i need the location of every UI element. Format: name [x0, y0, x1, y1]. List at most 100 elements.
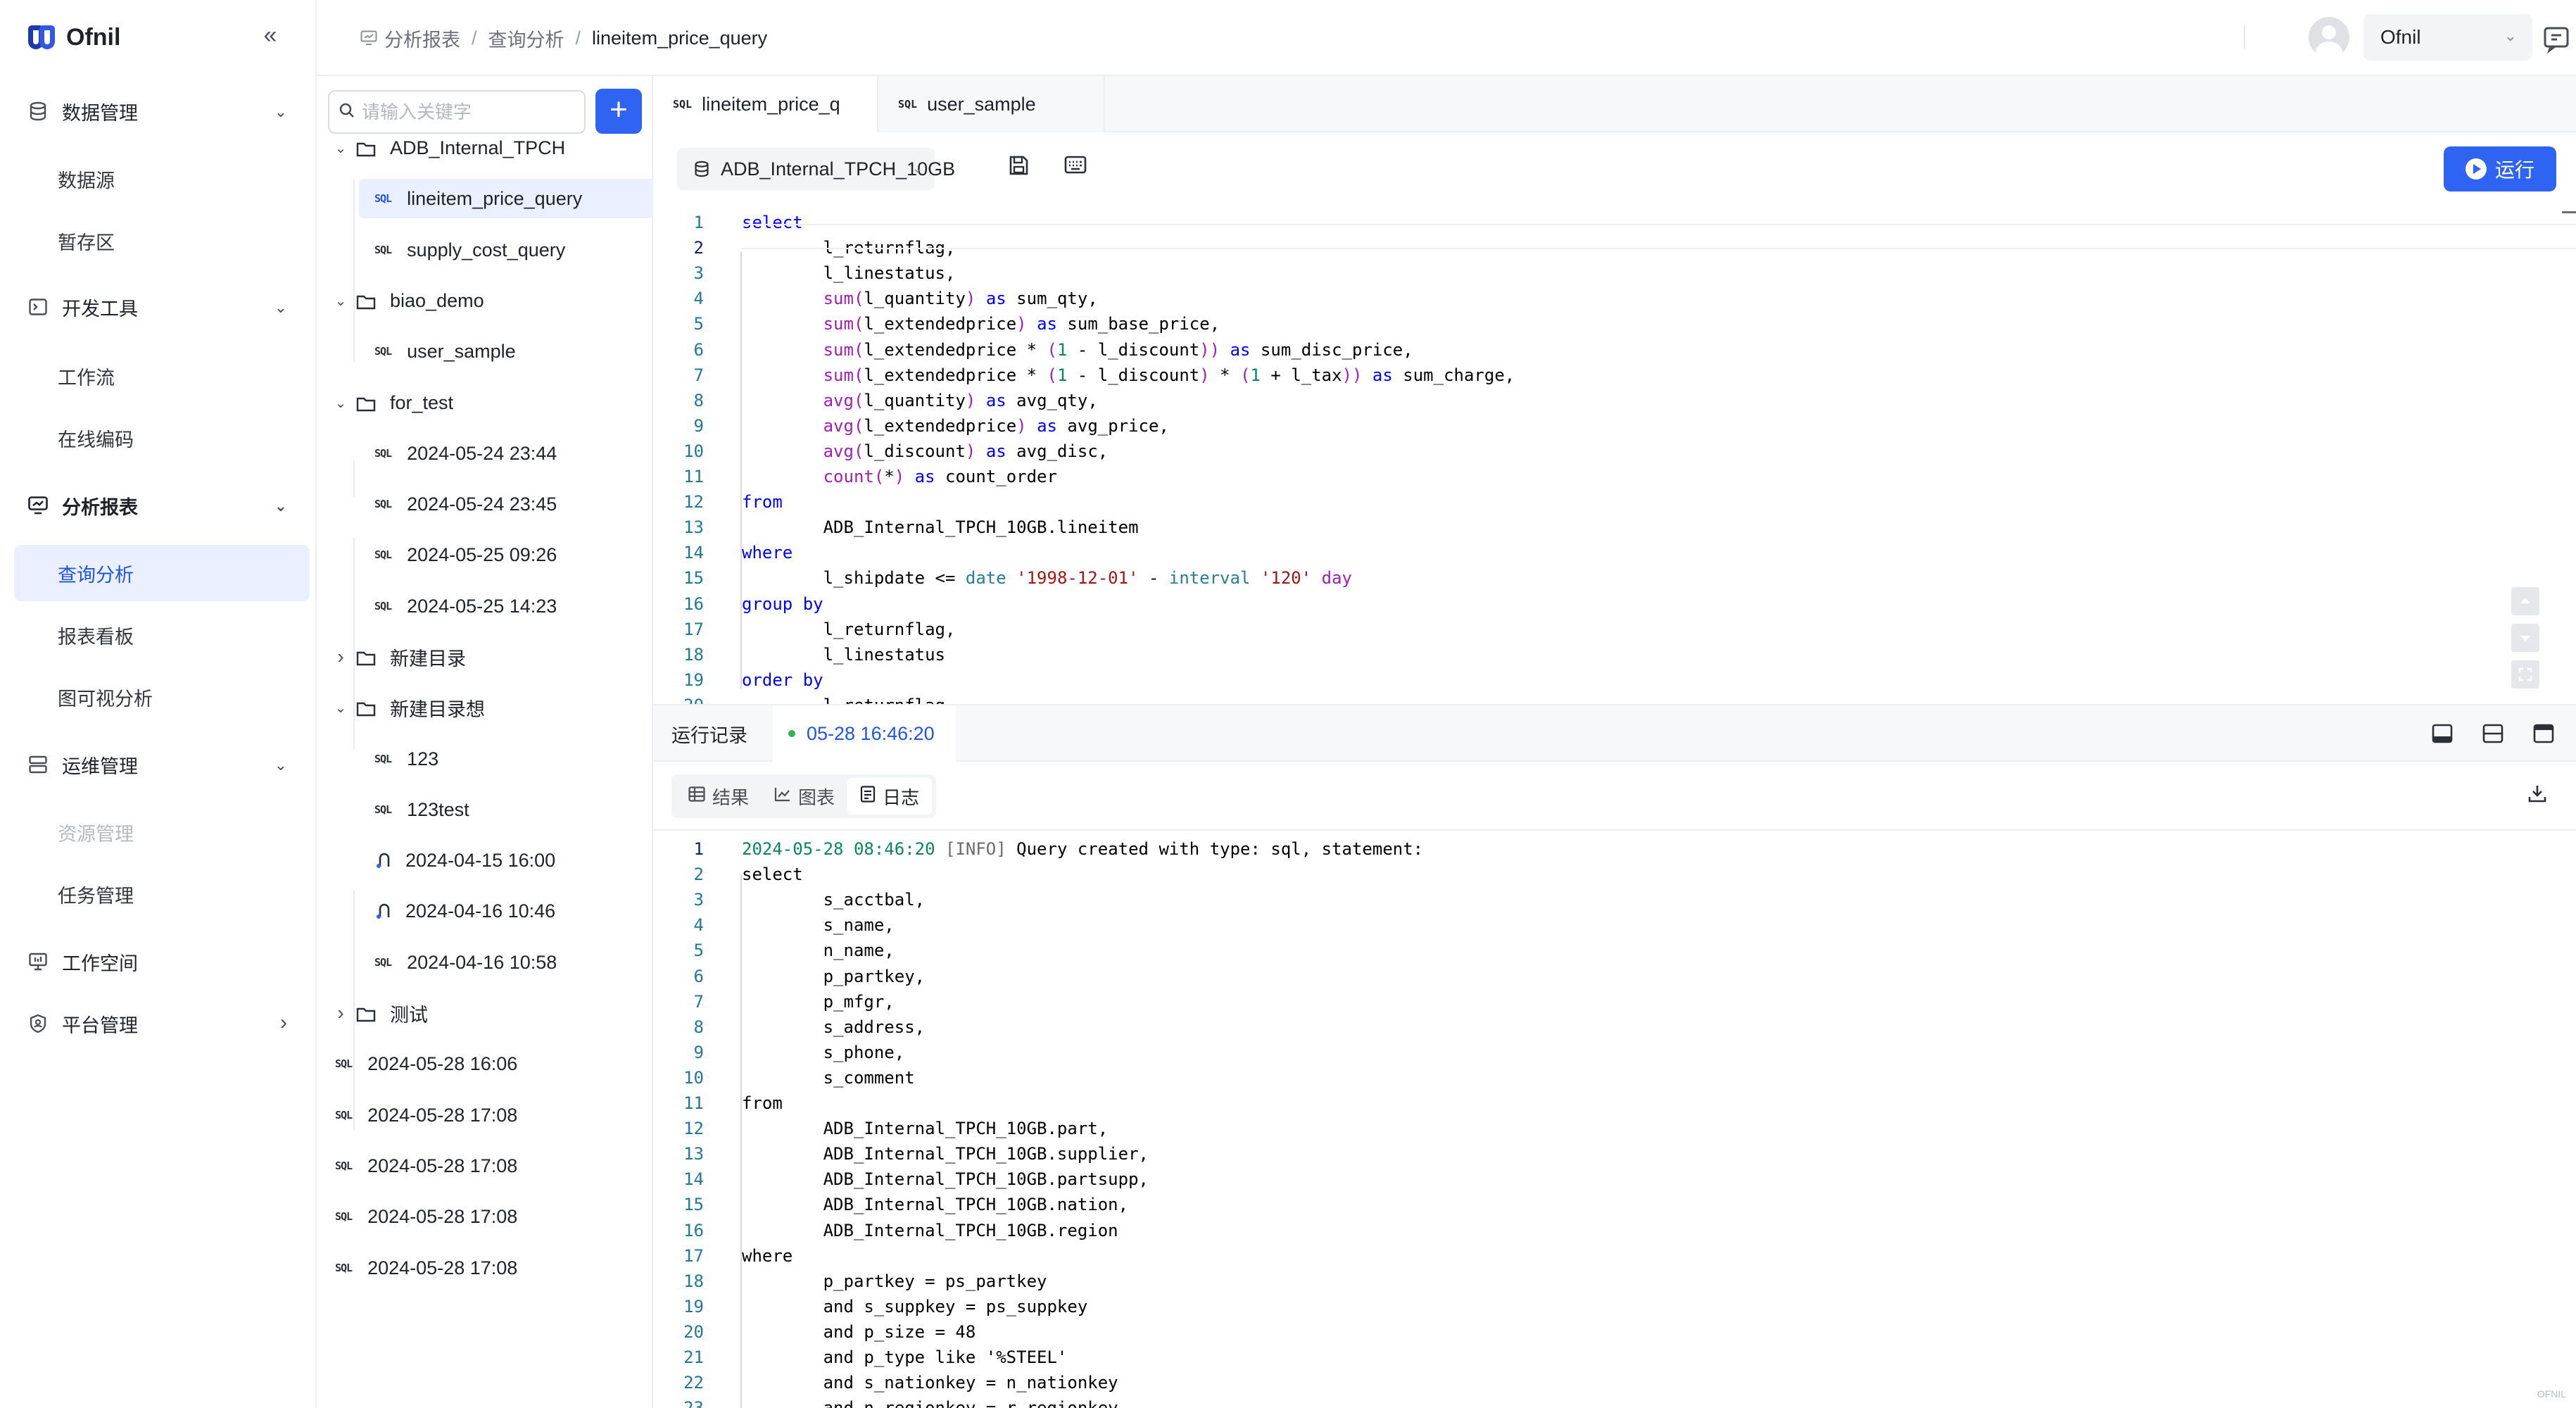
code-line: sum(l_extendedprice) as sum_base_price,	[823, 314, 1220, 334]
tab-log[interactable]: 日志	[847, 778, 933, 815]
layout-top-icon[interactable]	[2532, 722, 2555, 745]
log-line: ADB_Internal_TPCH_10GB.partsupp,	[742, 1169, 1149, 1190]
tree-item-label: 2024-05-28 16:06	[367, 1052, 518, 1074]
search-input[interactable]	[362, 101, 573, 123]
tree-item[interactable]: SQL user_sample	[359, 332, 626, 371]
breadcrumb-item[interactable]: 分析报表	[384, 25, 460, 52]
tree-item[interactable]: SQL 2024-05-28 16:06	[325, 1044, 626, 1083]
nav-item-query-analysis[interactable]: 查询分析	[14, 545, 310, 601]
chevron-right-icon[interactable]: ›	[332, 1002, 349, 1024]
folder-icon	[356, 293, 376, 310]
tree-folder[interactable]: ⌄ ADB_Internal_TPCH	[332, 128, 626, 168]
line-number: 18	[683, 644, 704, 665]
indent-guide	[740, 252, 742, 689]
layout-split-icon[interactable]	[2482, 722, 2504, 745]
scroll-up-icon[interactable]	[2511, 587, 2539, 615]
keyboard-icon[interactable]	[1064, 155, 1092, 183]
log-line: s_name,	[742, 915, 895, 936]
tab-user-sample[interactable]: SQL user_sample	[878, 76, 1105, 132]
nav-item-workflow[interactable]: 工作流	[14, 348, 310, 404]
tree-item[interactable]: SQL 2024-05-28 17:08	[325, 1095, 626, 1135]
chevron-down-icon: ⌄	[2504, 27, 2517, 44]
tree-item[interactable]: SQL 2024-05-25 09:26	[359, 535, 626, 574]
tab-label: 图表	[798, 786, 835, 808]
sql-file-icon: SQL	[335, 1109, 353, 1121]
tree-item[interactable]: SQL 2024-05-28 17:08	[325, 1197, 626, 1236]
nav-group-workspace[interactable]: 工作空间	[0, 941, 317, 983]
nav-group-data-management[interactable]: 数据管理 ⌄	[0, 90, 317, 132]
feedback-icon[interactable]	[2541, 23, 2572, 54]
tree-item-label: 测试	[390, 1004, 428, 1026]
fullscreen-icon[interactable]	[2511, 660, 2539, 689]
nav-group-dev-tools[interactable]: 开发工具 ⌄	[0, 286, 317, 328]
footer-watermark: OFNIL	[2537, 1388, 2566, 1400]
save-icon[interactable]	[1008, 155, 1036, 183]
code-line: avg(l_extendedprice) as avg_price,	[823, 415, 1169, 436]
breadcrumb-current: lineitem_price_query	[592, 27, 768, 49]
tree-folder[interactable]: ⌄ 新建目录想	[332, 688, 626, 727]
tab-chart[interactable]: 图表	[762, 778, 847, 815]
tree-item[interactable]: SQL lineitem_price_query	[359, 179, 664, 218]
run-records-label[interactable]: 运行记录	[671, 705, 747, 762]
tree-item[interactable]: SQL 2024-05-28 17:08	[325, 1146, 626, 1186]
log-line: select	[742, 865, 803, 885]
chevron-down-icon[interactable]: ⌄	[332, 699, 349, 717]
tree-folder[interactable]: ⌄ for_test	[332, 383, 626, 422]
chevron-down-icon[interactable]: ⌄	[332, 394, 349, 412]
nav-item-staging[interactable]: 暂存区	[14, 213, 310, 269]
nav-item-online-coding[interactable]: 在线编码	[14, 410, 310, 466]
nav-group-platform[interactable]: 平台管理 ›	[0, 1002, 317, 1045]
tree-item[interactable]: 2024-04-16 10:46	[359, 891, 626, 931]
shield-user-icon	[28, 1014, 48, 1033]
folder-icon	[356, 649, 376, 666]
nav-item-graph-analysis[interactable]: 图可视分析	[14, 669, 310, 725]
tree-folder[interactable]: › 测试	[332, 993, 626, 1033]
tab-lineitem-price-query[interactable]: SQL lineitem_price_q	[653, 76, 878, 132]
tree-item[interactable]: SQL 2024-05-24 23:44	[359, 434, 626, 473]
indent-guide	[740, 874, 742, 1408]
sql-file-icon: SQL	[335, 1057, 353, 1070]
nav-group-analytics[interactable]: 分析报表 ⌄	[0, 484, 317, 527]
breadcrumb-item[interactable]: 查询分析	[488, 25, 564, 52]
scroll-down-icon[interactable]	[2511, 624, 2539, 652]
add-button[interactable]: +	[595, 89, 642, 134]
play-icon	[2465, 158, 2487, 180]
avatar[interactable]	[2309, 17, 2349, 58]
tree-item-label: for_test	[390, 391, 454, 413]
tab-result[interactable]: 结果	[676, 778, 762, 815]
sql-file-icon: SQL	[374, 447, 392, 460]
chevron-right-icon[interactable]: ›	[332, 646, 349, 668]
nav-group-label: 数据管理	[62, 102, 138, 124]
sql-editor[interactable]: 1 select 2 l_returnflag, 3 l_linestatus, 4 s…	[653, 206, 2576, 704]
chevron-down-icon[interactable]: ⌄	[332, 139, 349, 157]
tree-item[interactable]: 2024-04-15 16:00	[359, 841, 626, 880]
tree-folder[interactable]: ⌄ biao_demo	[332, 281, 626, 320]
datasource-select[interactable]: ADB_Internal_TPCH_10GB ⌄	[677, 148, 955, 190]
nav-item-tasks[interactable]: 任务管理	[14, 866, 310, 922]
tree-item[interactable]: SQL 2024-04-16 10:58	[359, 943, 626, 982]
run-button[interactable]: 运行	[2444, 146, 2556, 191]
user-menu[interactable]: Ofnil ⌄	[2363, 14, 2532, 61]
tree-folder[interactable]: › 新建目录	[332, 637, 626, 677]
download-icon[interactable]	[2527, 783, 2552, 808]
tree-item[interactable]: SQL supply_cost_query	[359, 230, 626, 270]
collapse-sidebar-icon[interactable]: «	[258, 23, 283, 48]
nav-group-ops[interactable]: 运维管理 ⌄	[0, 743, 317, 786]
layout-bottom-icon[interactable]	[2431, 722, 2454, 745]
nav-item-report-board[interactable]: 报表看板	[14, 607, 310, 663]
sql-file-icon: SQL	[898, 98, 918, 111]
line-number: 18	[683, 1271, 704, 1291]
tree-search[interactable]	[328, 90, 586, 134]
tree-item[interactable]: SQL 2024-05-28 17:08	[325, 1248, 626, 1288]
tree-item[interactable]: SQL 123test	[359, 790, 626, 829]
line-number: 2	[693, 865, 704, 885]
nav-item-datasource[interactable]: 数据源	[14, 151, 310, 207]
tree-item[interactable]: SQL 2024-05-24 23:45	[359, 484, 626, 524]
nav-group-label: 工作空间	[62, 953, 138, 974]
chevron-down-icon[interactable]: ⌄	[332, 292, 349, 310]
brand[interactable]: Ofnil	[28, 20, 120, 55]
tree-item[interactable]: SQL 2024-05-25 14:23	[359, 586, 626, 626]
tree-item[interactable]: SQL 123	[359, 739, 626, 779]
run-record-entry[interactable]: 05-28 16:46:20	[773, 705, 956, 762]
line-number: 13	[683, 517, 704, 538]
